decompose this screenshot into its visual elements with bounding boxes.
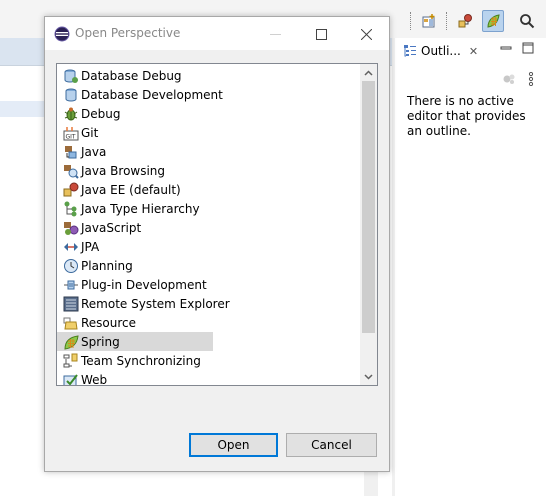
outline-icon — [404, 45, 416, 57]
list-item-spring[interactable]: Spring — [57, 332, 213, 351]
project-explorer-selected-row — [0, 101, 45, 117]
close-icon[interactable]: ✕ — [469, 45, 478, 58]
dialog-titlebar[interactable]: Open Perspective — [45, 17, 389, 50]
chevron-down-icon — [364, 373, 373, 380]
list-item-git[interactable]: GIT Git — [57, 123, 213, 142]
minimize-icon[interactable] — [500, 42, 512, 54]
maximize-window-icon — [315, 28, 327, 40]
cancel-button[interactable]: Cancel — [286, 433, 377, 457]
spring-perspective-button[interactable] — [482, 10, 504, 32]
list-item-database-development[interactable]: Database Development — [57, 85, 223, 104]
list-item-java[interactable]: Java — [57, 142, 213, 161]
open-perspective-dialog: Open Perspective Database Debug Database… — [44, 16, 390, 472]
debug-bug-icon — [63, 106, 79, 122]
outline-toolbar — [502, 72, 534, 86]
close-window-icon — [360, 28, 372, 40]
list-item-java-ee[interactable]: Java EE (default) — [57, 180, 213, 199]
plugin-icon — [63, 277, 79, 293]
list-item-team-synchronizing[interactable]: Team Synchronizing — [57, 351, 213, 370]
outline-view: Outli... ✕ There is no active editor tha… — [395, 38, 546, 496]
maximize-window-button[interactable] — [298, 21, 344, 47]
database-development-icon — [63, 87, 79, 103]
spring-leaf-icon — [63, 334, 79, 350]
remote-system-icon — [63, 296, 79, 312]
jpa-icon — [63, 239, 79, 255]
list-item-web[interactable]: Web — [57, 370, 213, 385]
scrollbar-thumb[interactable] — [362, 81, 375, 333]
list-item-remote-system-explorer[interactable]: Remote System Explorer — [57, 294, 230, 313]
toolbar-separator — [446, 12, 448, 30]
list-item-java-browsing[interactable]: Java Browsing — [57, 161, 213, 180]
outline-tab[interactable]: Outli... ✕ — [403, 40, 485, 62]
chevron-up-icon — [364, 69, 373, 76]
list-scrollbar[interactable] — [360, 64, 377, 385]
focus-icon[interactable] — [502, 72, 516, 86]
open-perspective-icon — [422, 14, 435, 28]
dialog-title: Open Perspective — [75, 26, 181, 40]
list-item-resource[interactable]: Resource — [57, 313, 213, 332]
list-item-plug-in-development[interactable]: Plug-in Development — [57, 275, 213, 294]
java-ee-icon — [458, 14, 472, 28]
perspective-list[interactable]: Database Debug Database Development Debu… — [56, 63, 378, 386]
outline-tab-label: Outli... — [421, 44, 461, 58]
type-hierarchy-icon — [63, 201, 79, 217]
perspective-switcher — [410, 10, 538, 32]
spring-leaf-icon — [487, 14, 500, 28]
maximize-icon[interactable] — [522, 42, 534, 54]
minimize-window-button[interactable] — [252, 21, 298, 47]
list-item-javascript[interactable]: JavaScript — [57, 218, 213, 237]
database-debug-icon — [63, 68, 79, 84]
resource-folder-icon — [63, 315, 79, 331]
list-item-java-type-hierarchy[interactable]: Java Type Hierarchy — [57, 199, 213, 218]
list-item-planning[interactable]: Planning — [57, 256, 213, 275]
scroll-down-arrow[interactable] — [360, 368, 377, 385]
planning-clock-icon — [63, 258, 79, 274]
git-icon: GIT — [63, 125, 79, 141]
search-icon — [520, 14, 535, 29]
java-ee-perspective-button[interactable] — [454, 10, 476, 32]
scroll-up-arrow[interactable] — [360, 64, 377, 81]
team-sync-icon — [63, 353, 79, 369]
minimize-window-icon — [269, 33, 281, 35]
toolbar-separator — [410, 12, 412, 30]
web-icon — [63, 372, 79, 385]
list-item-debug[interactable]: Debug — [57, 104, 213, 123]
java-browsing-icon — [63, 163, 79, 179]
search-button[interactable] — [516, 10, 538, 32]
svg-text:GIT: GIT — [66, 133, 76, 140]
open-perspective-button[interactable] — [418, 10, 440, 32]
perspective-list-items: Database Debug Database Development Debu… — [57, 64, 359, 385]
eclipse-icon — [54, 26, 70, 42]
view-menu-icon[interactable] — [528, 72, 534, 86]
java-ee-icon — [63, 182, 79, 198]
open-button[interactable]: Open — [189, 433, 278, 457]
list-item-jpa[interactable]: JPA — [57, 237, 213, 256]
list-item-database-debug[interactable]: Database Debug — [57, 66, 213, 85]
javascript-icon — [63, 220, 79, 236]
view-controls — [500, 42, 534, 54]
java-icon — [63, 144, 79, 160]
outline-empty-message: There is no active editor that provides … — [407, 94, 526, 138]
close-window-button[interactable] — [343, 21, 389, 47]
